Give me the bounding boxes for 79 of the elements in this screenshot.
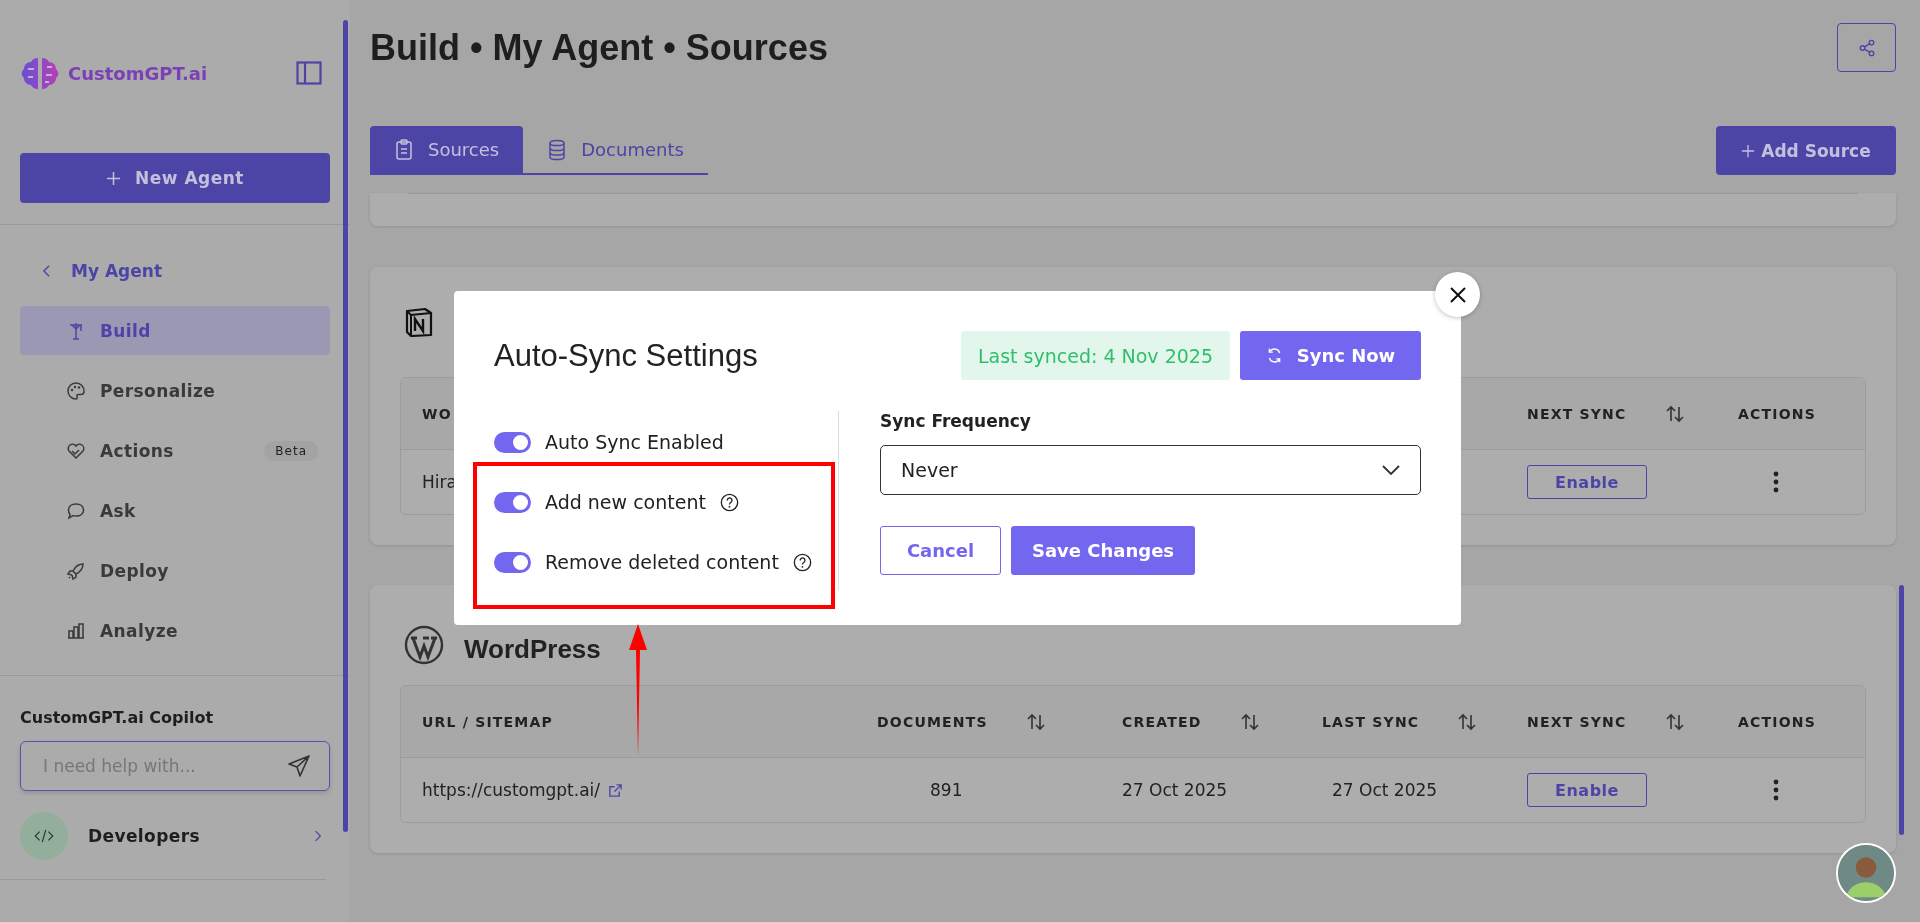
source-title: WordPress	[464, 634, 601, 665]
chevron-right-icon	[314, 829, 322, 843]
clipboard-icon	[394, 138, 414, 161]
sidebar-toggle-icon[interactable]	[296, 61, 322, 85]
chat-icon	[66, 500, 86, 521]
column-header[interactable]: URL / SITEMAP	[422, 713, 553, 730]
frequency-dropdown[interactable]: Never	[880, 445, 1421, 495]
last-synced-badge: Last synced: 4 Nov 2025	[960, 331, 1230, 380]
toggle-switch[interactable]	[494, 431, 531, 453]
sort-icon[interactable]	[1457, 712, 1478, 731]
sidebar-item[interactable]: Ask	[20, 486, 330, 535]
scrollbar[interactable]	[343, 20, 348, 832]
column-header[interactable]: NEXT SYNC	[1527, 712, 1685, 731]
brand-name: CustomGPT.ai	[68, 62, 208, 84]
toggle-switch[interactable]	[494, 491, 531, 513]
code-icon	[20, 812, 68, 860]
wordpress-logo-icon	[404, 625, 444, 665]
new-agent-button[interactable]: New Agent	[20, 153, 330, 203]
bar-chart-icon	[66, 620, 86, 641]
external-link-icon[interactable]	[608, 782, 624, 798]
close-icon	[1447, 284, 1468, 305]
beta-badge: Beta	[264, 440, 318, 461]
database-icon	[547, 138, 568, 161]
chevron-down-icon	[1382, 465, 1400, 475]
table-cell: 27 Oct 2025	[1332, 780, 1438, 800]
plus-icon	[1741, 143, 1756, 158]
enable-button[interactable]: Enable	[1527, 773, 1647, 807]
rocket-icon	[66, 560, 86, 581]
more-options-icon[interactable]	[1773, 779, 1779, 801]
help-icon[interactable]	[719, 492, 739, 512]
column-header[interactable]: NEXT SYNC	[1527, 404, 1685, 423]
sort-icon[interactable]	[1025, 712, 1046, 731]
sort-icon[interactable]	[1239, 712, 1260, 731]
avatar[interactable]	[1836, 843, 1896, 903]
table-cell: 891	[930, 780, 963, 800]
column-header[interactable]: ACTIONS	[1738, 405, 1816, 422]
table-cell: 27 Oct 2025	[1122, 780, 1228, 800]
notion-logo-icon	[404, 307, 434, 337]
sync-now-button[interactable]: Sync Now	[1240, 331, 1421, 380]
tab[interactable]: Documents	[523, 126, 708, 173]
toggle-switch[interactable]	[494, 551, 531, 573]
brain-logo-icon	[20, 55, 60, 91]
page-title: Build • My Agent • Sources	[370, 26, 828, 69]
share-button[interactable]	[1837, 23, 1896, 72]
column-header[interactable]: DOCUMENTS	[877, 712, 1046, 731]
copilot-title: CustomGPT.ai Copilot	[20, 708, 215, 727]
developers-link[interactable]: Developers	[20, 811, 330, 861]
help-icon[interactable]	[792, 552, 812, 572]
enable-button[interactable]: Enable	[1527, 465, 1647, 499]
toggle-label: Add new content	[545, 491, 706, 513]
palette-icon	[66, 380, 86, 401]
sidebar-item[interactable]: Analyze	[20, 606, 330, 655]
sort-icon[interactable]	[1664, 712, 1685, 731]
tab[interactable]: Sources	[370, 126, 524, 173]
column-header[interactable]: WO	[422, 405, 452, 422]
sort-icon[interactable]	[1664, 404, 1685, 423]
field-label: Sync Frequency	[880, 411, 1032, 433]
sidebar-item[interactable]: Deploy	[20, 546, 330, 595]
send-icon[interactable]	[287, 754, 311, 778]
sidebar-item[interactable]: Personalize	[20, 366, 330, 415]
back-link[interactable]: My Agent	[20, 246, 330, 295]
sidebar-item[interactable]: Build	[20, 306, 330, 355]
more-options-icon[interactable]	[1773, 471, 1779, 493]
column-header[interactable]: ACTIONS	[1738, 713, 1816, 730]
column-header[interactable]: LAST SYNC	[1322, 712, 1478, 731]
dialog-title: Auto-Sync Settings	[494, 337, 758, 374]
toggle-label: Auto Sync Enabled	[545, 431, 724, 453]
sidebar-item[interactable]: Actions Beta	[20, 426, 330, 475]
toggle-label: Remove deleted content	[545, 551, 779, 573]
plus-icon	[106, 170, 121, 186]
scrollbar[interactable]	[1899, 585, 1904, 835]
heart-icon	[66, 440, 86, 461]
cancel-button[interactable]: Cancel	[880, 526, 1001, 575]
chevron-left-icon	[42, 263, 51, 278]
url-link[interactable]: https://customgpt.ai/	[422, 780, 624, 800]
column-header[interactable]: CREATED	[1122, 712, 1260, 731]
share-icon	[1857, 38, 1876, 57]
add-source-button[interactable]: Add Source	[1716, 126, 1896, 175]
save-changes-button[interactable]: Save Changes	[1011, 526, 1195, 575]
